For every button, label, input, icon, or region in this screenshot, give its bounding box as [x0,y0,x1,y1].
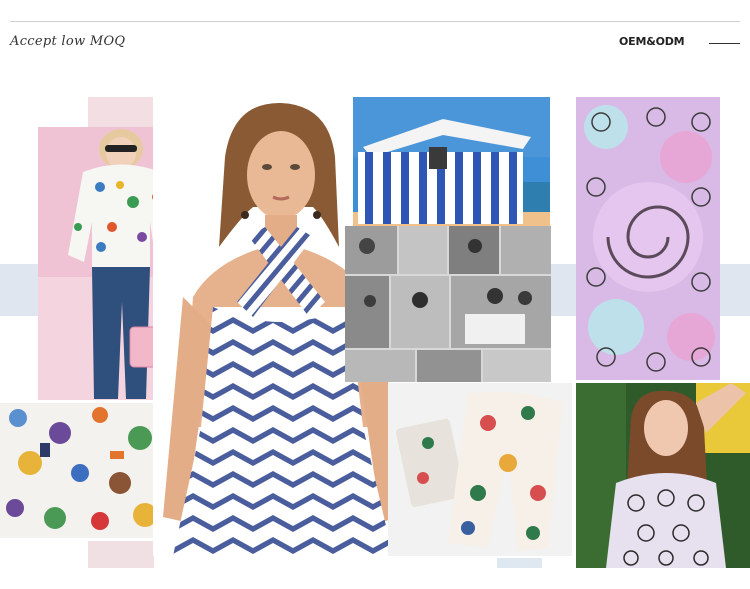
woman-printed-top-photo [576,383,750,568]
header-divider [10,21,740,22]
beach-hut-photo [353,97,550,226]
floral-pants-photo [388,383,572,556]
accent-block-blue [497,558,542,568]
tagline: Accept low MOQ [10,34,126,49]
accent-block-top [88,97,154,127]
oem-odm-label: OEM&ODM [619,35,685,48]
accent-block-bottom [88,541,154,568]
workshop-collage-photo [345,226,551,382]
menu-dash-icon[interactable] [709,43,740,44]
swirl-print-fabric [576,97,720,380]
